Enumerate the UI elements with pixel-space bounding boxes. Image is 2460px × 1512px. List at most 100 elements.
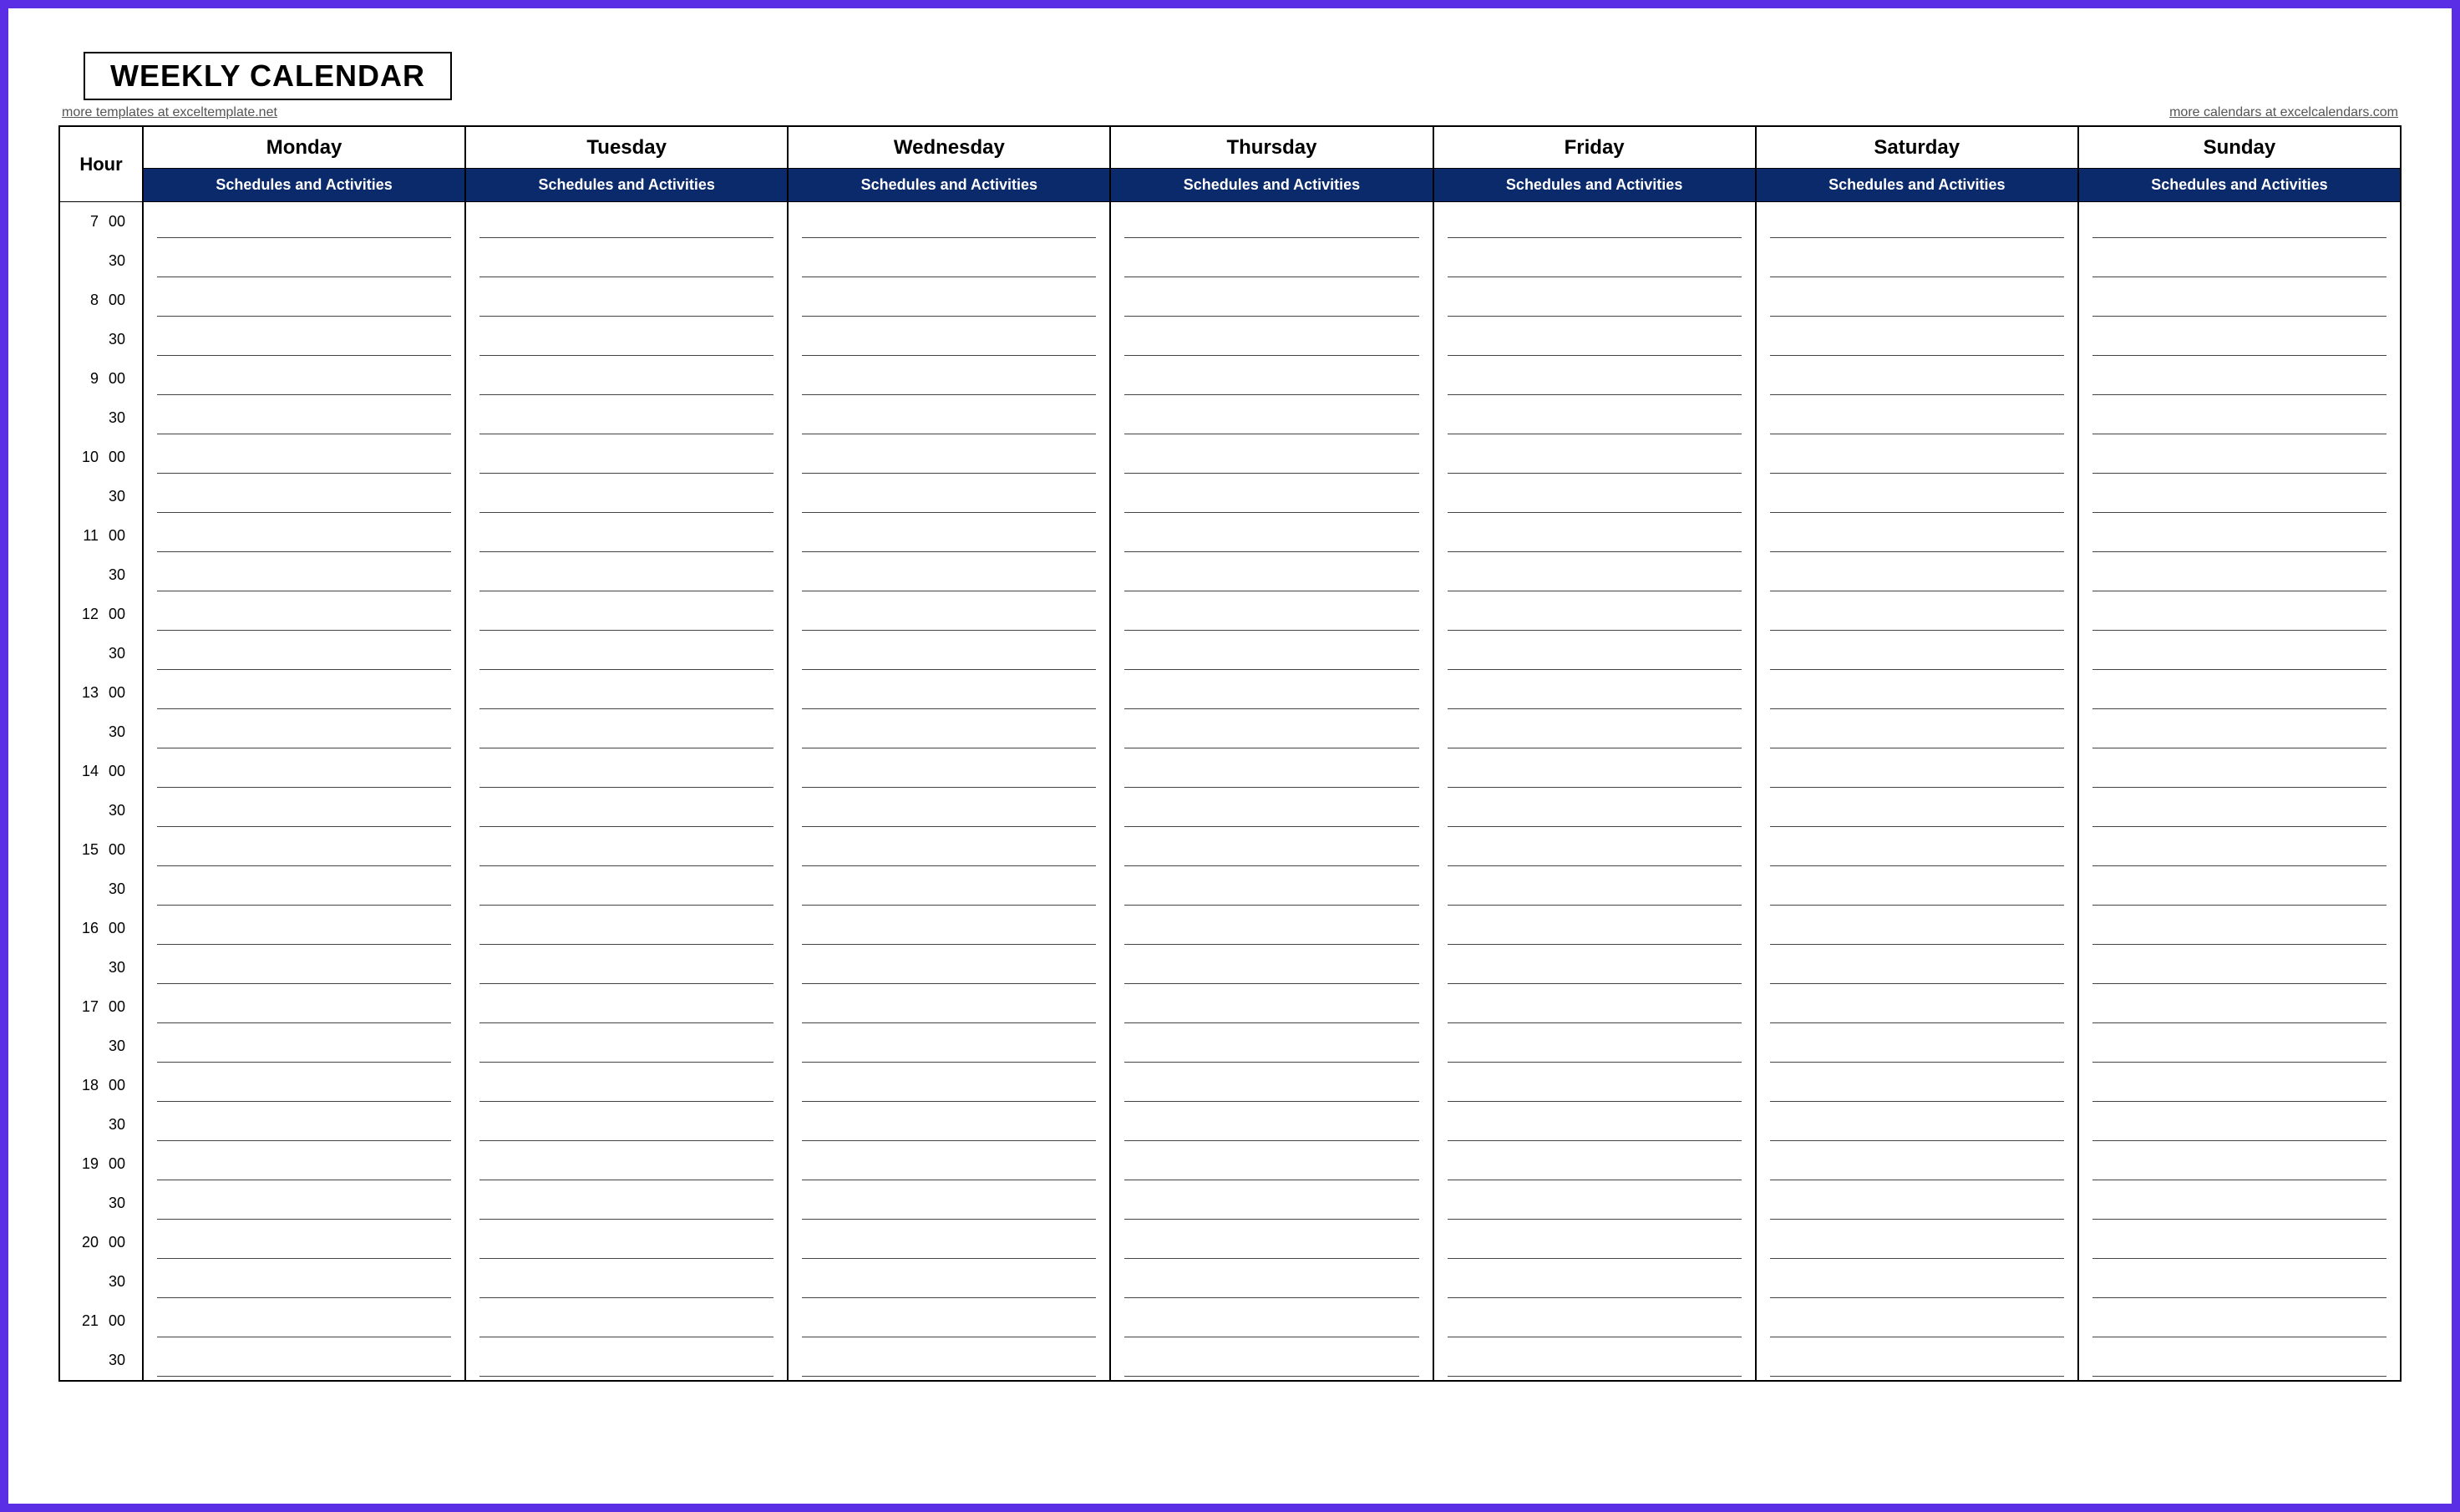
time-slot[interactable] [1757,398,2077,438]
time-slot[interactable] [1434,398,1755,438]
time-slot[interactable] [1111,1027,1432,1066]
time-slot[interactable] [466,870,787,909]
time-slot[interactable] [1434,1262,1755,1301]
link-templates[interactable]: more templates at exceltemplate.net [62,105,277,120]
time-slot[interactable] [466,241,787,281]
time-slot[interactable] [789,752,1109,791]
time-slot[interactable] [789,1223,1109,1262]
time-slot[interactable] [144,909,464,948]
time-slot[interactable] [789,791,1109,830]
time-slot[interactable] [789,359,1109,398]
time-slot[interactable] [789,987,1109,1027]
time-slot[interactable] [1434,320,1755,359]
time-slot[interactable] [1757,1027,2077,1066]
time-slot[interactable] [1757,438,2077,477]
time-slot[interactable] [466,752,787,791]
time-slot[interactable] [144,1301,464,1341]
time-slot[interactable] [1434,359,1755,398]
time-slot[interactable] [1111,1223,1432,1262]
time-slot[interactable] [789,1027,1109,1066]
time-slot[interactable] [1757,595,2077,634]
time-slot[interactable] [144,438,464,477]
time-slot[interactable] [789,477,1109,516]
time-slot[interactable] [789,202,1109,241]
time-slot[interactable] [144,359,464,398]
time-slot[interactable] [144,595,464,634]
time-slot[interactable] [1757,713,2077,752]
time-slot[interactable] [1111,830,1432,870]
time-slot[interactable] [1757,241,2077,281]
time-slot[interactable] [466,948,787,987]
time-slot[interactable] [1757,1066,2077,1105]
time-slot[interactable] [789,516,1109,556]
time-slot[interactable] [1757,1341,2077,1380]
time-slot[interactable] [2079,713,2400,752]
time-slot[interactable] [1757,909,2077,948]
time-slot[interactable] [1434,634,1755,673]
time-slot[interactable] [1434,948,1755,987]
time-slot[interactable] [1111,281,1432,320]
time-slot[interactable] [144,1262,464,1301]
time-slot[interactable] [1757,830,2077,870]
time-slot[interactable] [1757,1105,2077,1144]
time-slot[interactable] [789,281,1109,320]
time-slot[interactable] [1757,987,2077,1027]
time-slot[interactable] [789,595,1109,634]
time-slot[interactable] [1757,791,2077,830]
time-slot[interactable] [1111,634,1432,673]
time-slot[interactable] [144,752,464,791]
time-slot[interactable] [2079,1341,2400,1380]
time-slot[interactable] [466,1144,787,1184]
time-slot[interactable] [1434,713,1755,752]
time-slot[interactable] [1111,516,1432,556]
time-slot[interactable] [789,948,1109,987]
time-slot[interactable] [1111,791,1432,830]
time-slot[interactable] [1111,398,1432,438]
time-slot[interactable] [1434,752,1755,791]
time-slot[interactable] [2079,556,2400,595]
time-slot[interactable] [2079,202,2400,241]
time-slot[interactable] [144,987,464,1027]
time-slot[interactable] [1434,1341,1755,1380]
time-slot[interactable] [2079,1301,2400,1341]
time-slot[interactable] [466,477,787,516]
time-slot[interactable] [1434,1144,1755,1184]
time-slot[interactable] [144,1341,464,1380]
time-slot[interactable] [466,398,787,438]
time-slot[interactable] [1434,595,1755,634]
time-slot[interactable] [789,320,1109,359]
time-slot[interactable] [789,1301,1109,1341]
time-slot[interactable] [2079,1144,2400,1184]
time-slot[interactable] [2079,1027,2400,1066]
time-slot[interactable] [2079,516,2400,556]
time-slot[interactable] [1111,713,1432,752]
time-slot[interactable] [789,556,1109,595]
time-slot[interactable] [2079,752,2400,791]
time-slot[interactable] [1111,948,1432,987]
time-slot[interactable] [1757,320,2077,359]
time-slot[interactable] [2079,1223,2400,1262]
time-slot[interactable] [1434,1223,1755,1262]
time-slot[interactable] [466,1184,787,1223]
time-slot[interactable] [2079,281,2400,320]
time-slot[interactable] [144,516,464,556]
time-slot[interactable] [466,1262,787,1301]
link-calendars[interactable]: more calendars at excelcalendars.com [2169,105,2398,120]
time-slot[interactable] [1434,1105,1755,1144]
time-slot[interactable] [1111,909,1432,948]
time-slot[interactable] [144,1223,464,1262]
time-slot[interactable] [1111,1262,1432,1301]
time-slot[interactable] [1434,1184,1755,1223]
time-slot[interactable] [1111,1105,1432,1144]
time-slot[interactable] [789,909,1109,948]
time-slot[interactable] [789,398,1109,438]
time-slot[interactable] [789,1262,1109,1301]
time-slot[interactable] [1434,438,1755,477]
time-slot[interactable] [466,1223,787,1262]
time-slot[interactable] [2079,1105,2400,1144]
time-slot[interactable] [144,791,464,830]
time-slot[interactable] [1111,1066,1432,1105]
time-slot[interactable] [789,438,1109,477]
time-slot[interactable] [2079,359,2400,398]
time-slot[interactable] [1757,752,2077,791]
